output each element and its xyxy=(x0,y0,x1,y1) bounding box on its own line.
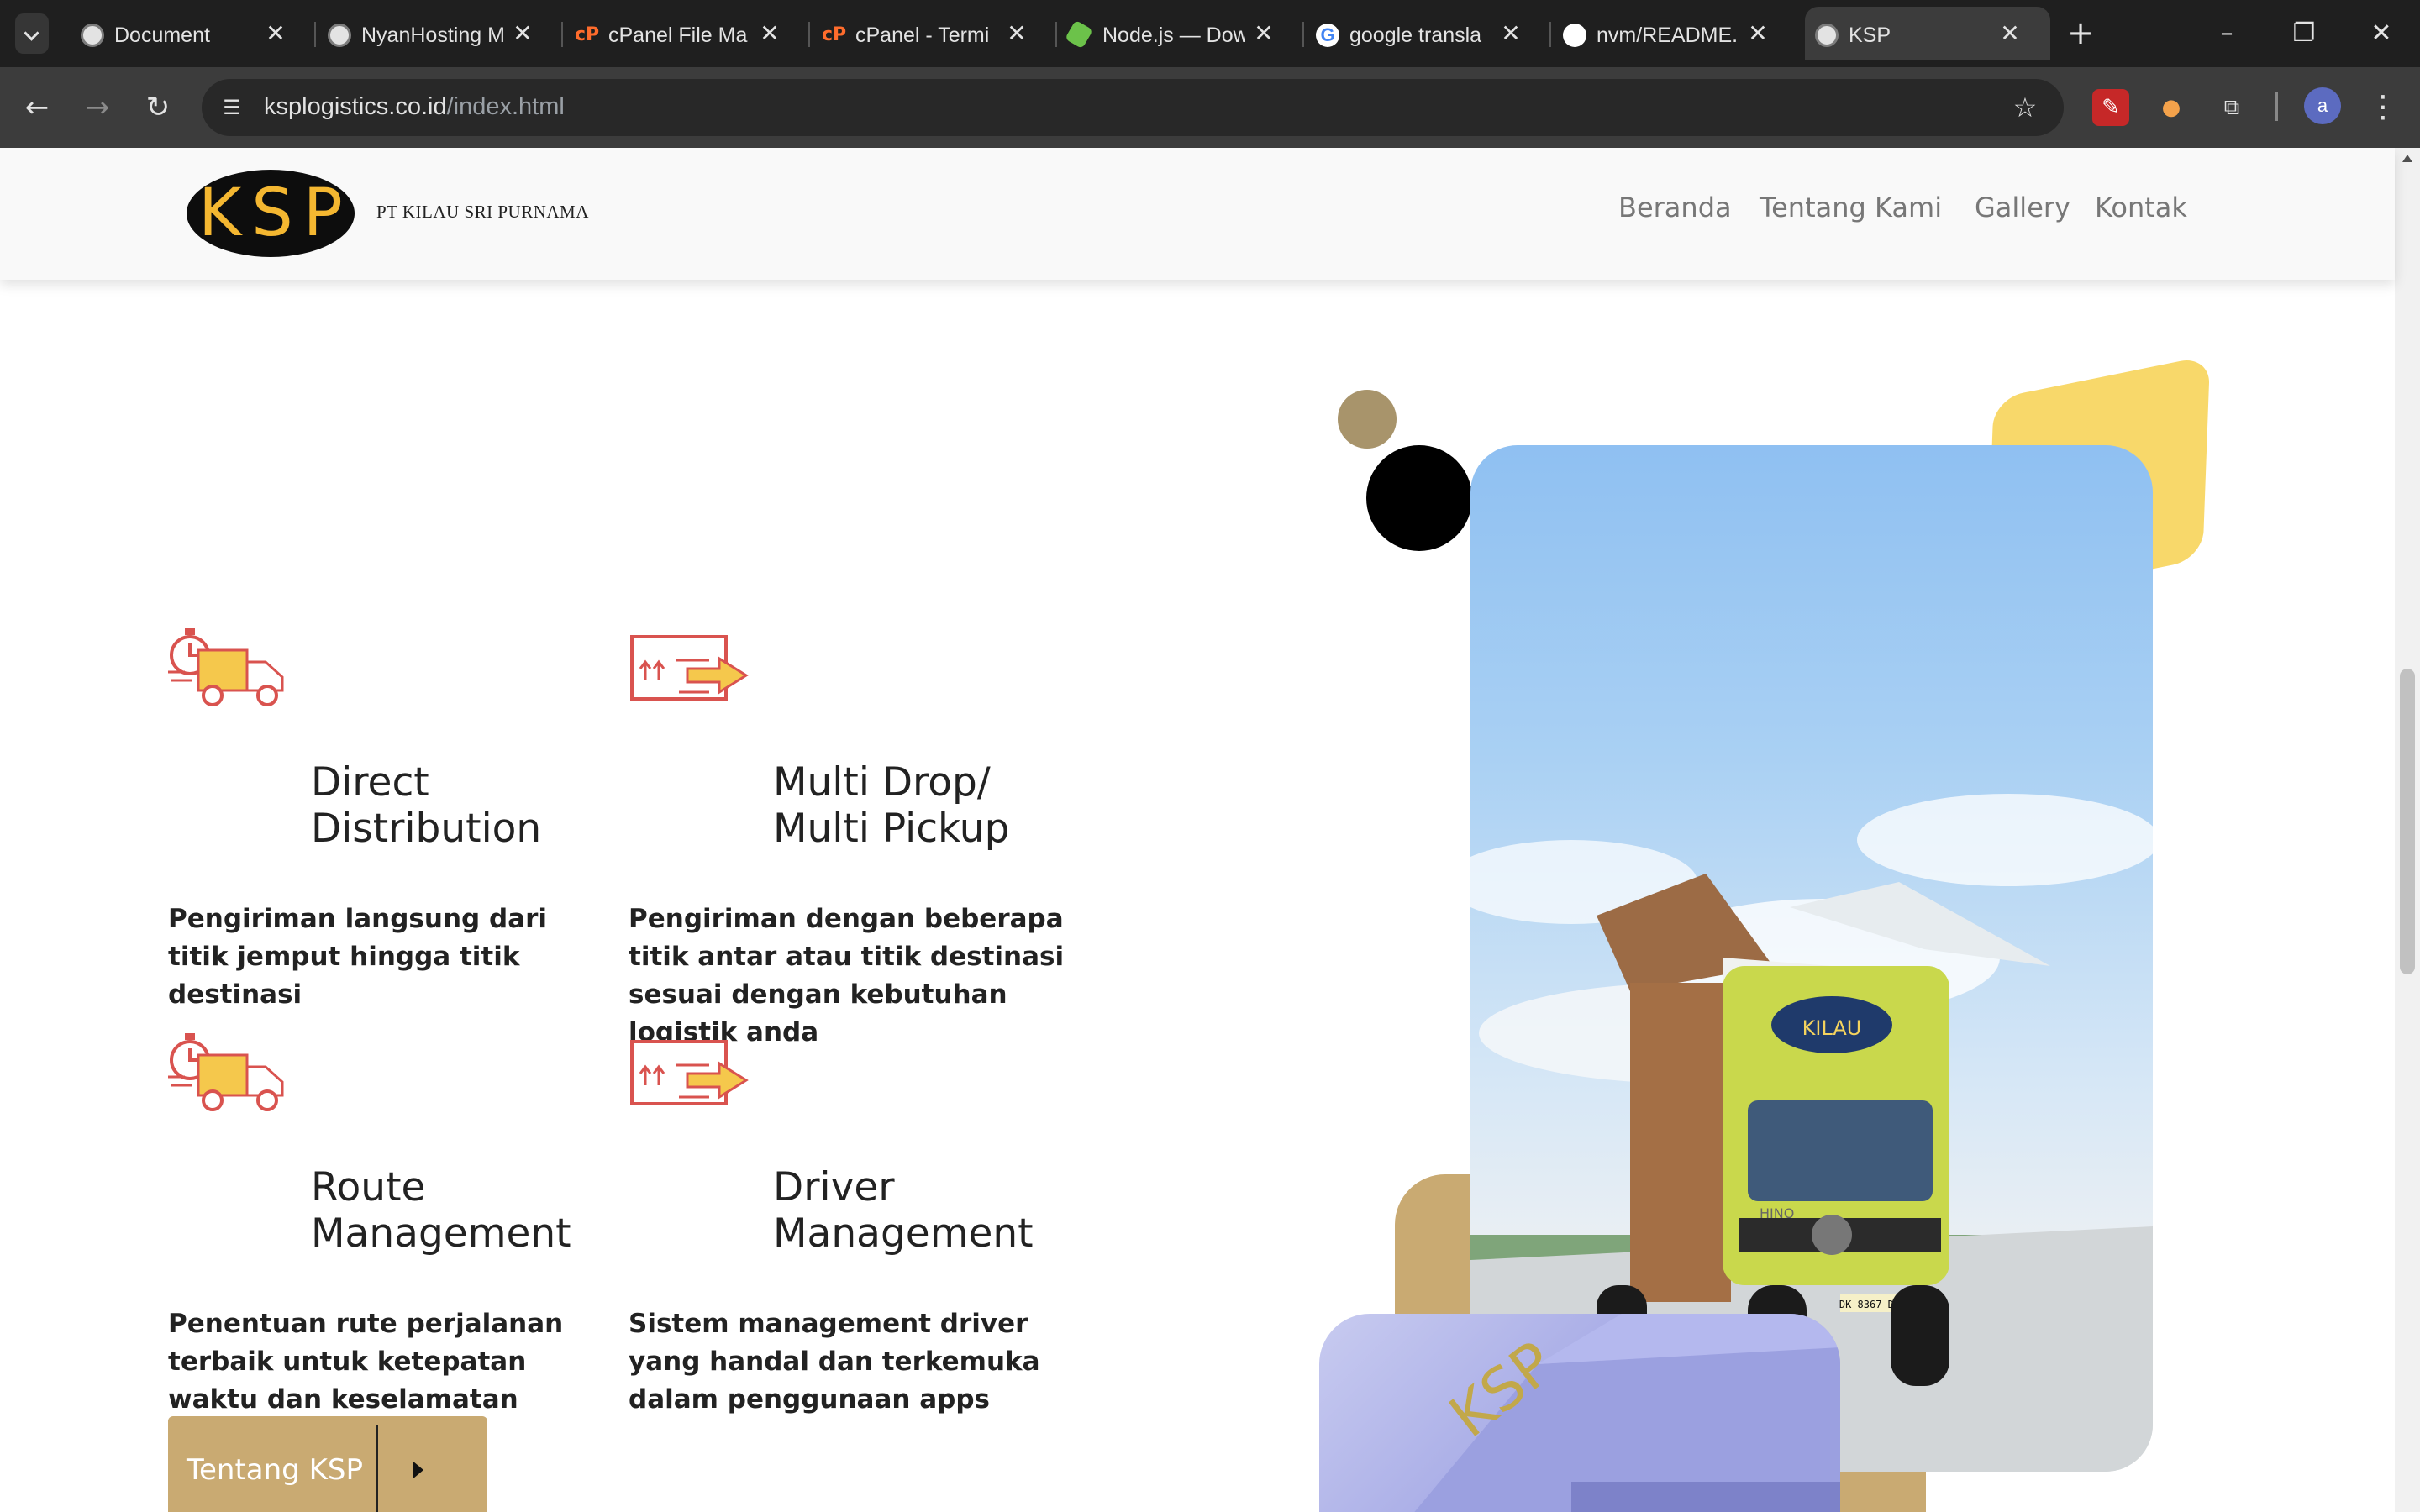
tab-document[interactable]: Document ✕ xyxy=(71,7,316,60)
close-icon[interactable]: ✕ xyxy=(1496,18,1526,49)
company-name: PT KILAU SRI PURNAMA xyxy=(376,202,589,222)
tab-google-translate[interactable]: G google transla ✕ xyxy=(1306,7,1551,60)
close-icon[interactable]: ✕ xyxy=(1743,18,1773,49)
tab-search-button[interactable] xyxy=(15,13,49,54)
tab-title: Document xyxy=(114,24,210,47)
globe-icon xyxy=(328,24,351,47)
truck-model-text: HINO xyxy=(1760,1205,1794,1221)
close-icon[interactable]: ✕ xyxy=(508,18,538,49)
service-description: Pengiriman langsung dari titik jemput hi… xyxy=(168,904,548,1010)
close-window-button[interactable]: ✕ xyxy=(2356,8,2407,59)
chevron-down-icon xyxy=(24,25,39,41)
tab-separator xyxy=(1549,22,1551,47)
delivery-truck-icon xyxy=(168,628,284,706)
service-title: Route Management xyxy=(311,1164,571,1257)
site-header: KSP PT KILAU SRI PURNAMA Beranda Tentang… xyxy=(0,148,2395,280)
tab-nyanhosting[interactable]: NyanHosting M ✕ xyxy=(318,7,563,60)
minimize-button[interactable]: – xyxy=(2202,8,2252,59)
warehouse-photo-illustration: KSP xyxy=(1414,1314,1840,1512)
restore-button[interactable]: ❐ xyxy=(2279,8,2329,59)
tab-nvm-readme[interactable]: nvm/README. ✕ xyxy=(1553,7,1798,60)
page-scrollbar[interactable] xyxy=(2395,148,2420,1512)
tab-separator xyxy=(314,22,316,47)
back-button[interactable]: ← xyxy=(17,87,57,128)
extensions-puzzle-icon[interactable]: ⧉ xyxy=(2213,89,2250,126)
ksp-logo[interactable]: KSP xyxy=(187,170,355,257)
extension-wand-icon[interactable]: ✎ xyxy=(2092,89,2129,126)
tab-title: cPanel - Termi xyxy=(855,24,990,47)
url-domain: ksplogistics.co.id xyxy=(264,93,447,120)
tab-strip: Document ✕ NyanHosting M ✕ cP cPanel Fil… xyxy=(0,0,2420,67)
cpanel-icon: cP xyxy=(575,24,600,45)
globe-icon xyxy=(81,24,104,47)
new-tab-button[interactable]: + xyxy=(2060,13,2101,54)
url-text[interactable]: ksplogistics.co.id/index.html xyxy=(264,93,565,121)
nav-kontak[interactable]: Kontak xyxy=(2095,192,2187,223)
page-viewport: KSP PT KILAU SRI PURNAMA Beranda Tentang… xyxy=(0,148,2420,1512)
github-icon xyxy=(1563,24,1586,47)
scroll-up-arrow-icon[interactable] xyxy=(2402,155,2412,162)
service-title: Multi Drop/Multi Pickup xyxy=(773,759,1010,852)
service-title: Driver Management xyxy=(773,1164,1034,1257)
tab-nodejs[interactable]: Node.js — Dow ✕ xyxy=(1059,7,1304,60)
toolbar-divider xyxy=(2275,92,2278,121)
url-path: /index.html xyxy=(446,93,565,120)
close-icon[interactable]: ✕ xyxy=(1995,18,2025,49)
package-transfer-icon xyxy=(630,635,749,701)
package-transfer-icon xyxy=(630,1040,749,1105)
bookmark-star-icon[interactable]: ☆ xyxy=(2008,91,2042,124)
tab-ksp[interactable]: KSP ✕ xyxy=(1805,7,2050,60)
service-title: Direct Distribution xyxy=(311,759,542,852)
globe-icon xyxy=(1815,24,1839,47)
tab-cpanel-file-manager[interactable]: cP cPanel File Ma ✕ xyxy=(565,7,810,60)
tab-title: google transla xyxy=(1349,24,1482,47)
scrollbar-thumb[interactable] xyxy=(2400,669,2415,974)
nav-gallery[interactable]: Gallery xyxy=(1975,192,2070,223)
truck-brand-text: KILAU xyxy=(1802,1016,1862,1040)
cta-divider xyxy=(376,1425,378,1512)
tab-title: KSP xyxy=(1849,24,1891,47)
logo-text: KSP xyxy=(198,176,353,251)
decorative-black-dot xyxy=(1366,445,1472,551)
arrow-right-icon xyxy=(413,1462,424,1478)
close-icon[interactable]: ✕ xyxy=(1249,18,1279,49)
menu-kebab-icon[interactable]: ⋮ xyxy=(2366,87,2400,128)
address-bar[interactable]: ☰ ksplogistics.co.id/index.html ☆ xyxy=(202,79,2064,136)
tentang-ksp-button[interactable]: Tentang KSP xyxy=(168,1416,487,1512)
service-description: Sistem management driver yang handal dan… xyxy=(629,1309,1040,1415)
tab-separator xyxy=(561,22,563,47)
tab-separator xyxy=(1302,22,1304,47)
cookie-icon[interactable]: ● xyxy=(2153,89,2190,126)
close-icon[interactable]: ✕ xyxy=(1002,18,1032,49)
close-icon[interactable]: ✕ xyxy=(260,18,291,49)
tab-cpanel-terminal[interactable]: cP cPanel - Termi ✕ xyxy=(812,7,1057,60)
nodejs-icon xyxy=(1065,19,1093,50)
warehouse-photo: KSP xyxy=(1319,1314,1840,1512)
forward-button[interactable]: → xyxy=(77,87,118,128)
cpanel-icon: cP xyxy=(822,24,847,45)
reload-button[interactable]: ↻ xyxy=(138,87,178,128)
tab-title: cPanel File Ma xyxy=(608,24,748,47)
tab-separator xyxy=(1055,22,1057,47)
site-info-icon[interactable]: ☰ xyxy=(217,92,247,123)
google-icon: G xyxy=(1316,24,1339,47)
nav-tentang-kami[interactable]: Tentang Kami xyxy=(1760,192,1942,223)
decorative-tan-dot xyxy=(1338,390,1397,449)
tab-title: Node.js — Dow xyxy=(1102,24,1245,47)
tab-separator xyxy=(808,22,810,47)
nav-beranda[interactable]: Beranda xyxy=(1618,192,1732,223)
close-icon[interactable]: ✕ xyxy=(755,18,785,49)
profile-avatar[interactable]: a xyxy=(2304,87,2341,124)
cta-label: Tentang KSP xyxy=(187,1453,363,1487)
tab-title: nvm/README. xyxy=(1597,24,1739,47)
delivery-truck-icon xyxy=(168,1033,284,1111)
tab-title: NyanHosting M xyxy=(361,24,504,47)
